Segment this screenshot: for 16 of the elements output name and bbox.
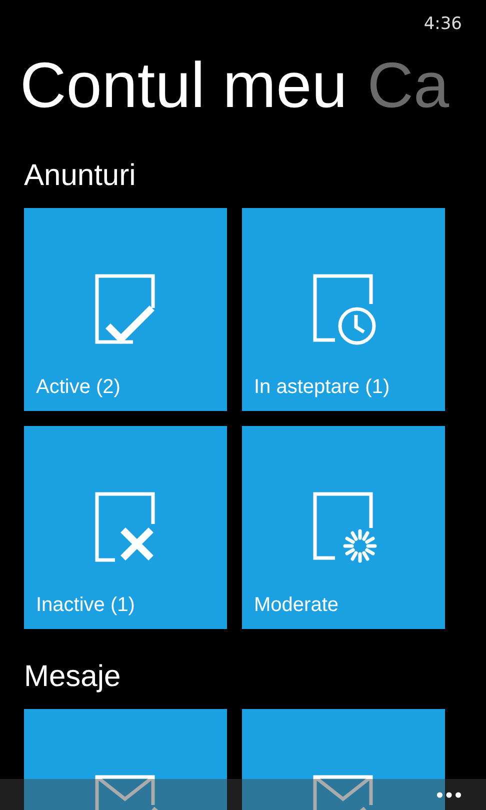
pivot-header[interactable]: Contul meu (20, 45, 348, 125)
tile-label: Inactive (1) (36, 593, 135, 617)
section-title: Anunturi (23, 158, 137, 194)
tile[interactable]: Inactive (1) (24, 426, 227, 629)
section-title: Mesaje (23, 659, 122, 695)
pivot-header[interactable]: Ca (367, 45, 450, 125)
tile[interactable]: Moderate (242, 426, 445, 629)
more-icon[interactable] (436, 790, 462, 798)
document-spinner-icon (312, 492, 378, 564)
clock-time: 4:36 (424, 14, 462, 34)
tile-label: In asteptare (1) (254, 375, 390, 399)
tile[interactable]: Active (2) (24, 208, 227, 411)
tile-label: Active (2) (36, 375, 120, 399)
tile-label: Moderate (254, 593, 338, 617)
tile[interactable]: In asteptare (1) (242, 208, 445, 411)
document-clock-icon (312, 274, 378, 346)
